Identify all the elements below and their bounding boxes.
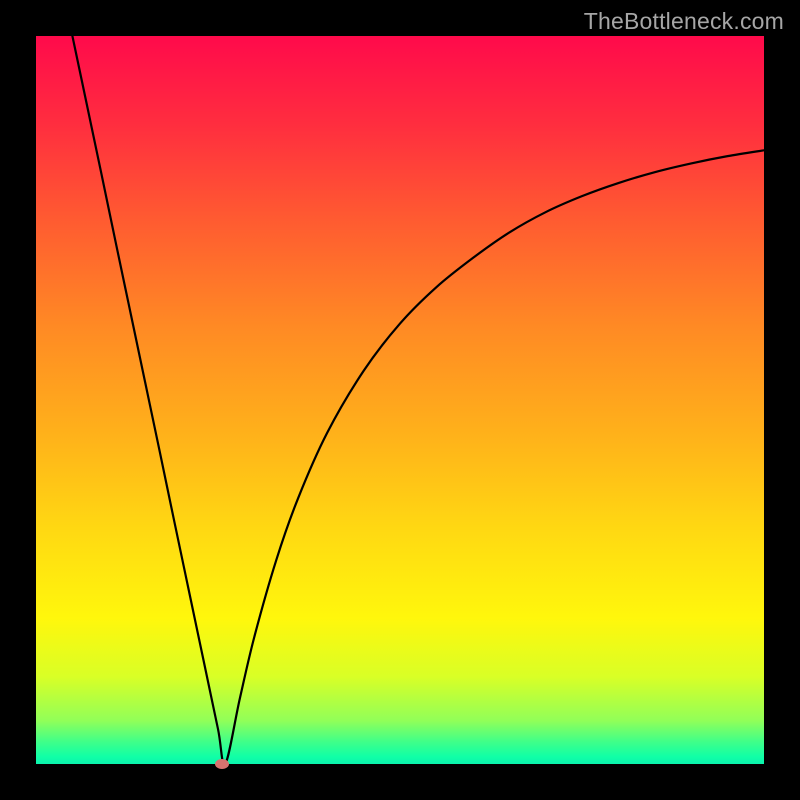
minimum-marker xyxy=(215,759,229,769)
plot-area xyxy=(36,36,764,764)
curve-path xyxy=(72,36,764,764)
bottleneck-curve xyxy=(36,36,764,764)
chart-frame: TheBottleneck.com xyxy=(0,0,800,800)
watermark-text: TheBottleneck.com xyxy=(584,8,784,35)
